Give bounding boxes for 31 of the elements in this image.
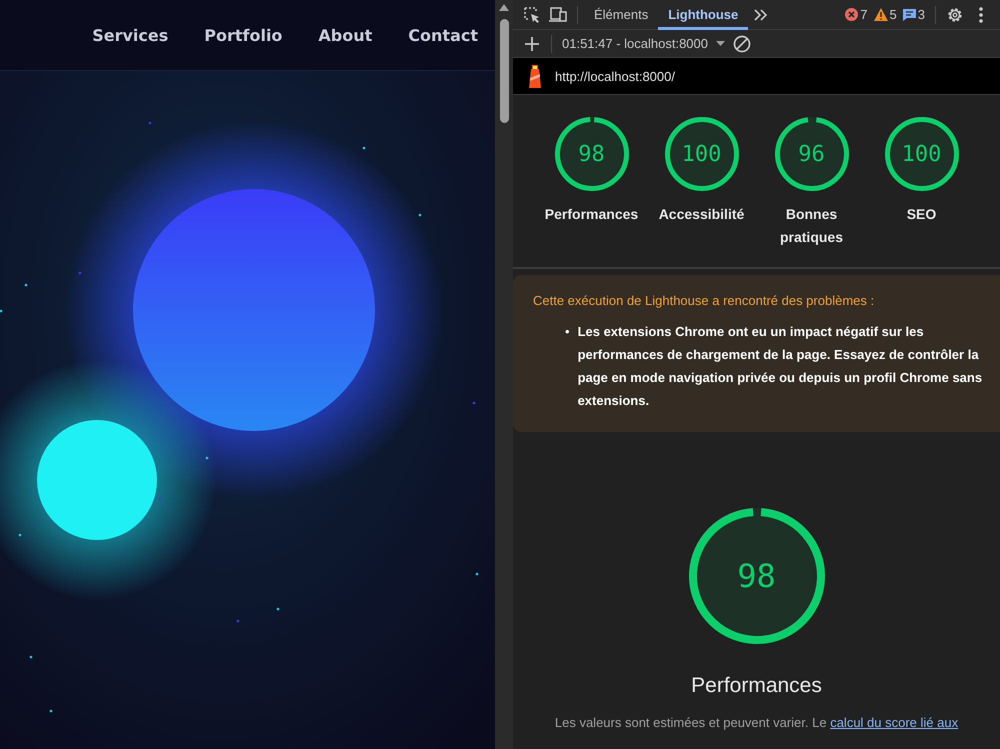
score-note: Les valeurs sont estimées et peuvent varier. Le calcul du score lié aux	[554, 715, 958, 730]
category-label: SEO	[906, 205, 938, 224]
report-url: http://localhost:8000/	[555, 68, 675, 84]
score-value: 98	[737, 557, 776, 595]
caret-icon	[716, 41, 725, 46]
error-count[interactable]: 7	[845, 7, 868, 22]
message-count[interactable]: 3	[902, 7, 925, 22]
category-label: Performances	[544, 205, 640, 224]
category-label: Bonnes pratiques	[778, 205, 844, 247]
category-label: Accessibilité	[658, 205, 746, 224]
warning-title: Cette exécution de Lighthouse a rencontré des problèmes :	[533, 293, 876, 308]
tab[interactable]: Éléments	[584, 0, 658, 30]
score-value: 96	[798, 142, 825, 166]
report-dropdown[interactable]: 01:51:47 - localhost:8000	[558, 36, 729, 51]
nav-link[interactable]: Services	[92, 26, 168, 44]
scrollbar-thumb[interactable]	[500, 19, 508, 123]
score-value: 100	[902, 142, 942, 166]
warning-count[interactable]: 5	[874, 7, 897, 22]
error-icon	[845, 8, 858, 21]
nav-link[interactable]: About	[318, 26, 372, 44]
nav-link[interactable]: Contact	[408, 26, 478, 44]
score-value: 98	[578, 142, 605, 166]
score-value: 100	[682, 142, 722, 166]
section-title: Performances	[691, 674, 822, 698]
warning-icon	[874, 8, 888, 21]
message-icon	[902, 8, 916, 21]
score-link[interactable]: calcul du score lié aux	[830, 715, 958, 730]
nav-link[interactable]: Portfolio	[204, 26, 282, 44]
bullet: •	[565, 323, 570, 341]
lighthouse-icon	[527, 63, 543, 89]
warning-item: Les extensions Chrome ont eu un impact négatif sur les performances de chargement de la page. Essayez de contrôler la page en mode navigation privée ou depuis un profil Chrome sans extensions.	[578, 323, 984, 410]
